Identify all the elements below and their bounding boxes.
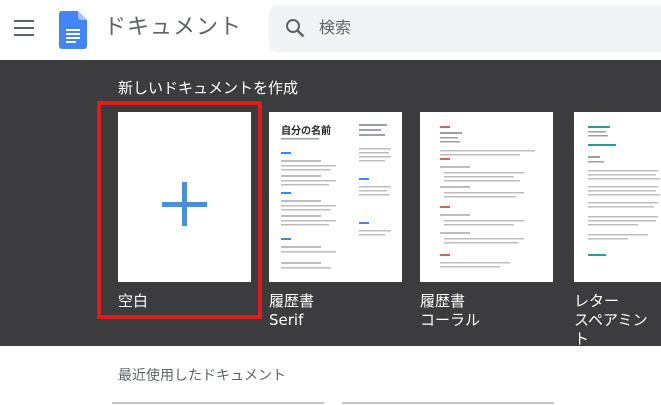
selection-highlight xyxy=(97,101,262,319)
resume-serif-preview-icon xyxy=(281,124,391,269)
template-label-resume-serif-line1: 履歴書 xyxy=(269,292,315,310)
template-label-letter-spearmint-line1: レター xyxy=(574,292,620,310)
template-resume-serif[interactable]: 自分の名前 xyxy=(269,112,402,282)
recent-card-edge xyxy=(342,402,554,404)
template-label-resume-coral-line1: 履歴書 xyxy=(420,292,466,310)
template-label-resume-coral[interactable]: 履歴書 コーラル xyxy=(420,292,480,330)
template-resume-coral[interactable] xyxy=(420,112,553,282)
top-bar: ドキュメント 検索 xyxy=(0,0,661,60)
app-title[interactable]: ドキュメント xyxy=(104,10,242,46)
template-label-letter-spearmint-line2: スペアミント xyxy=(574,311,648,348)
recent-section-title: 最近使用したドキュメント xyxy=(118,368,286,384)
search-icon[interactable] xyxy=(285,18,305,38)
template-label-resume-serif[interactable]: 履歴書 Serif xyxy=(269,292,314,330)
template-label-resume-coral-line2: コーラル xyxy=(420,311,481,329)
letter-spearmint-preview-icon xyxy=(588,126,660,256)
docs-logo-icon[interactable] xyxy=(59,11,87,49)
search-input[interactable]: 検索 xyxy=(269,5,661,52)
search-placeholder: 検索 xyxy=(319,18,352,37)
recent-card-edge xyxy=(112,402,324,404)
template-letter-spearmint[interactable] xyxy=(574,112,661,282)
hamburger-menu-icon[interactable] xyxy=(14,20,34,36)
template-label-letter-spearmint[interactable]: レター スペアミント xyxy=(574,292,661,349)
template-label-resume-serif-line2: Serif xyxy=(269,311,304,329)
resume-coral-preview-icon xyxy=(440,126,535,268)
template-section-title: 新しいドキュメントを作成 xyxy=(118,79,299,97)
